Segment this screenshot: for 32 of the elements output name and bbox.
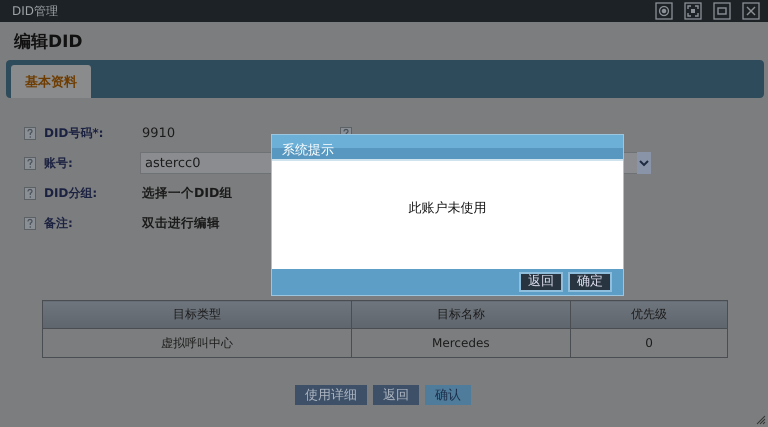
action-button[interactable]: 返回 (373, 385, 419, 405)
action-button[interactable]: 使用详细 (295, 385, 367, 405)
field-value: 9910 (142, 126, 176, 140)
tab[interactable]: 基本资料 (11, 65, 91, 98)
column-header: 目标名称 (351, 300, 571, 328)
field-label: DID号码*: (44, 124, 104, 142)
fullscreen-icon[interactable] (684, 2, 702, 20)
field-label: 账号: (44, 154, 73, 172)
field-label: DID分组: (44, 184, 98, 202)
window-title: DID管理 (12, 2, 60, 20)
resize-grip-icon[interactable] (756, 415, 766, 425)
help-icon (24, 156, 36, 170)
close-icon[interactable] (742, 2, 760, 20)
help-icon (24, 126, 36, 140)
field-hint[interactable]: 双击进行编辑 (142, 214, 220, 232)
page-heading: 编辑DID (12, 31, 84, 52)
dialog-button[interactable]: 返回 (519, 272, 563, 292)
table-cell: 0 (570, 328, 728, 358)
dialog-title: 系统提示 (282, 143, 334, 158)
help-icon (24, 186, 36, 200)
action-button[interactable]: 确认 (425, 385, 471, 405)
record-icon[interactable] (655, 2, 673, 20)
field-label: 备注: (44, 214, 73, 232)
field-hint[interactable]: 选择一个DID组 (142, 184, 232, 202)
dialog-message: 此账户未使用 (408, 200, 486, 217)
column-header: 目标类型 (42, 300, 352, 328)
table-cell: 虚拟呼叫中心 (42, 328, 352, 358)
help-icon (24, 216, 36, 230)
restore-icon[interactable] (713, 2, 731, 20)
table-cell: Mercedes (351, 328, 571, 358)
dialog-button[interactable]: 确定 (568, 272, 612, 292)
column-header: 优先级 (570, 300, 728, 328)
